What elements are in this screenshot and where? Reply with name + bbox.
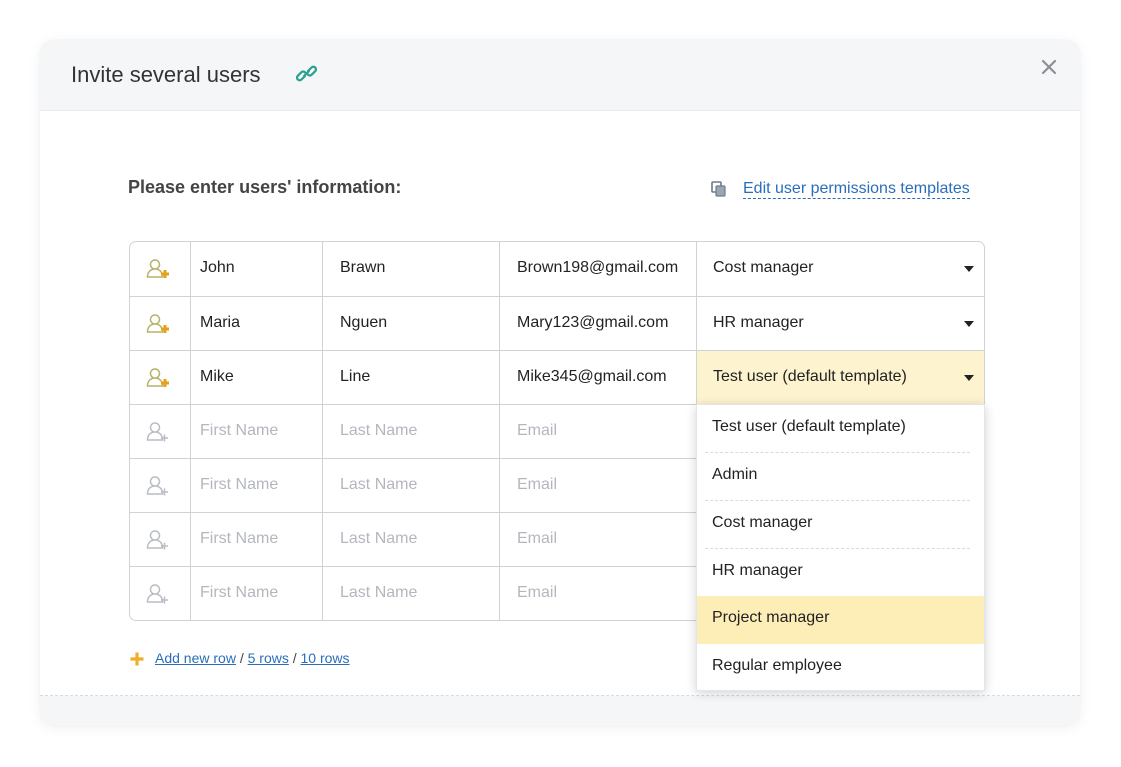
- add-rows-links: Add new row / 5 rows / 10 rows: [155, 650, 350, 666]
- table-row: John Brawn Brown198@gmail.com Cost manag…: [130, 242, 984, 296]
- first-name-cell[interactable]: Maria: [190, 297, 322, 350]
- edit-templates-link[interactable]: Edit user permissions templates: [743, 180, 970, 199]
- email-input[interactable]: Email: [499, 567, 696, 620]
- link-separator: /: [235, 650, 248, 666]
- dialog-footer: [40, 696, 1080, 726]
- role-select[interactable]: HR manager: [696, 297, 984, 350]
- role-select-value: Cost manager: [713, 259, 814, 276]
- add-new-row-link[interactable]: Add new row: [155, 650, 236, 666]
- first-name-input[interactable]: First Name: [190, 459, 322, 512]
- role-dropdown-menu: Test user (default template) Admin Cost …: [696, 404, 985, 691]
- last-name-input[interactable]: Last Name: [322, 567, 499, 620]
- chevron-down-icon: [964, 375, 974, 381]
- add-5-rows-link[interactable]: 5 rows: [248, 650, 289, 666]
- role-option-highlighted[interactable]: Project manager: [697, 596, 984, 644]
- table-row: Maria Nguen Mary123@gmail.com HR manager: [130, 296, 984, 350]
- row-user-icon-cell: [130, 513, 190, 566]
- email-cell[interactable]: Brown198@gmail.com: [499, 242, 696, 296]
- email-input[interactable]: Email: [499, 513, 696, 566]
- last-name-input[interactable]: Last Name: [322, 459, 499, 512]
- add-user-icon: [146, 259, 169, 278]
- email-input[interactable]: Email: [499, 459, 696, 512]
- role-option-label: Regular employee: [712, 657, 842, 674]
- role-select-value: HR manager: [713, 314, 804, 331]
- role-option-label: Admin: [712, 466, 758, 483]
- add-user-icon: [146, 476, 168, 496]
- role-option[interactable]: Admin: [697, 453, 984, 501]
- add-user-icon: [146, 584, 168, 604]
- role-option[interactable]: HR manager: [697, 549, 984, 597]
- first-name-input[interactable]: First Name: [190, 567, 322, 620]
- link-icon[interactable]: [295, 64, 318, 84]
- email-cell[interactable]: Mike345@gmail.com: [499, 351, 696, 404]
- add-user-icon: [146, 314, 169, 333]
- email-input[interactable]: Email: [499, 405, 696, 458]
- invite-users-dialog: Invite several users Please enter users'…: [40, 40, 1080, 726]
- role-select-open[interactable]: Test user (default template): [696, 351, 984, 404]
- form-heading: Please enter users' information:: [128, 177, 402, 197]
- last-name-cell[interactable]: Brawn: [322, 242, 499, 296]
- row-user-icon-cell: [130, 351, 190, 404]
- last-name-input[interactable]: Last Name: [322, 405, 499, 458]
- row-user-icon-cell: [130, 567, 190, 620]
- chevron-down-icon: [964, 266, 974, 272]
- first-name-input[interactable]: First Name: [190, 513, 322, 566]
- role-option[interactable]: Cost manager: [697, 501, 984, 549]
- role-option[interactable]: Test user (default template): [697, 405, 984, 453]
- last-name-cell[interactable]: Line: [322, 351, 499, 404]
- first-name-cell[interactable]: Mike: [190, 351, 322, 404]
- close-button[interactable]: [1036, 54, 1062, 80]
- close-icon: [1041, 59, 1057, 75]
- role-option-label: Project manager: [712, 609, 830, 626]
- dialog-header: Invite several users: [40, 40, 1080, 111]
- dialog-title: Invite several users: [71, 62, 261, 87]
- row-user-icon-cell: [130, 297, 190, 350]
- role-select[interactable]: Cost manager: [696, 242, 984, 296]
- role-option-label: Cost manager: [712, 514, 813, 531]
- plus-icon: [129, 651, 145, 667]
- role-option-label: Test user (default template): [712, 418, 906, 435]
- row-user-icon-cell: [130, 242, 190, 296]
- role-option-label: HR manager: [712, 562, 803, 579]
- add-user-icon: [146, 368, 169, 387]
- first-name-cell[interactable]: John: [190, 242, 322, 296]
- chevron-down-icon: [964, 321, 974, 327]
- link-separator: /: [288, 650, 301, 666]
- last-name-input[interactable]: Last Name: [322, 513, 499, 566]
- row-user-icon-cell: [130, 405, 190, 458]
- table-row: Mike Line Mike345@gmail.com Test user (d…: [130, 350, 984, 404]
- role-option[interactable]: Regular employee: [697, 644, 984, 692]
- first-name-input[interactable]: First Name: [190, 405, 322, 458]
- role-select-value: Test user (default template): [713, 368, 907, 385]
- row-user-icon-cell: [130, 459, 190, 512]
- email-cell[interactable]: Mary123@gmail.com: [499, 297, 696, 350]
- add-10-rows-link[interactable]: 10 rows: [301, 650, 350, 666]
- copy-icon: [710, 180, 728, 198]
- add-user-icon: [146, 422, 168, 442]
- last-name-cell[interactable]: Nguen: [322, 297, 499, 350]
- add-user-icon: [146, 530, 168, 550]
